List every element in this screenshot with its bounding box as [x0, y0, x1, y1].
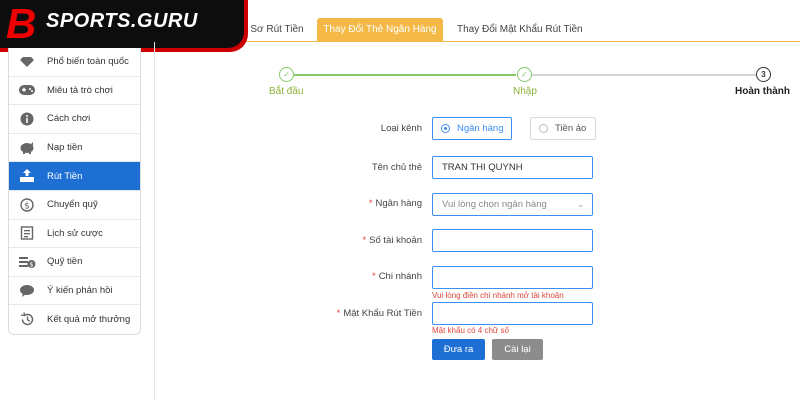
branch-label: * Chi nhánh: [371, 271, 422, 282]
step-start-check-icon: ✓: [279, 67, 294, 82]
logo-mark: B: [6, 0, 37, 47]
sidebar-item-withdraw[interactable]: Rút Tiền: [9, 162, 140, 191]
withdraw-password-field[interactable]: [432, 302, 593, 325]
required-mark: *: [371, 271, 376, 282]
holder-label: Tên chủ thẻ: [371, 162, 422, 173]
logo-text: SPORTS.GURU: [46, 10, 198, 32]
sidebar-item-fund-transfer[interactable]: $ Chuyển quỹ: [9, 191, 140, 220]
sidebar-item-label: Ý kiến phản hồi: [47, 285, 113, 297]
info-icon: [18, 111, 36, 127]
withdraw-icon: [18, 168, 36, 184]
diamond-icon: [18, 54, 36, 70]
tab-change-bank-card[interactable]: Thay Đổi Thẻ Ngân Hàng: [317, 18, 443, 42]
required-mark: *: [368, 198, 373, 209]
sidebar-item-label: Phổ biến toàn quốc: [47, 56, 129, 68]
sidebar-item-label: Lịch sử cược: [47, 227, 103, 239]
account-number-field[interactable]: [432, 229, 593, 252]
piggy-bank-icon: [18, 140, 36, 156]
branch-hint: Vui lòng điền chi nhánh mở tài khoản: [432, 291, 564, 300]
sidebar-item-deposit[interactable]: Nạp tiền: [9, 134, 140, 163]
sidebar-item-how-to-play[interactable]: Cách chơi: [9, 105, 140, 134]
step-label-complete: Hoàn thành: [735, 86, 790, 97]
step-label-start: Bắt đầu: [269, 86, 304, 97]
chevron-down-icon: ⌄: [577, 200, 584, 209]
channel-option-label: Tiền ảo: [555, 123, 587, 134]
sidebar-item-label: Quỹ tiền: [47, 256, 83, 268]
password-hint: Mật khẩu có 4 chữ số: [432, 326, 509, 335]
bank-label: * Ngân hàng: [368, 198, 422, 209]
sidebar-menu: Phổ biến toàn quốc Miêu tả trò chơi Cách…: [8, 48, 141, 335]
sidebar-item-label: Chuyển quỹ: [47, 199, 98, 211]
clock-history-icon: [18, 312, 36, 328]
sidebar-item-label: Rút Tiền: [47, 170, 83, 182]
sidebar-item-feedback[interactable]: Ý kiến phản hồi: [9, 277, 140, 306]
password-label: * Mật Khẩu Rút Tiền: [336, 308, 422, 319]
sidebar-item-national-popular[interactable]: Phổ biến toàn quốc: [9, 48, 140, 77]
sidebar-item-label: Nạp tiền: [47, 142, 83, 154]
svg-text:$: $: [29, 260, 33, 268]
sidebar-item-label: Miêu tả trò chơi: [47, 84, 113, 96]
channel-option-label: Ngân hàng: [457, 123, 504, 134]
tab-change-withdraw-password[interactable]: Thay Đổi Mật Khẩu Rút Tiền: [457, 18, 583, 42]
radio-unchecked-icon: [539, 124, 548, 133]
dollar-circle-icon: $: [18, 197, 36, 213]
sidebar-item-bet-history[interactable]: Lịch sử cược: [9, 220, 140, 249]
history-list-icon: [18, 225, 36, 241]
svg-text:$: $: [24, 201, 30, 211]
reset-button[interactable]: Cài lại: [492, 339, 543, 360]
required-mark: *: [336, 308, 341, 319]
sidebar-item-fund[interactable]: $ Quỹ tiền: [9, 248, 140, 277]
sidebar-item-game-description[interactable]: Miêu tả trò chơi: [9, 77, 140, 106]
sidebar-item-draw-results[interactable]: Kết quả mở thưởng: [9, 305, 140, 334]
fund-icon: $: [18, 254, 36, 270]
account-label: * Số tài khoản: [362, 235, 422, 246]
step-input-check-icon: ✓: [517, 67, 532, 82]
holder-name-field[interactable]: TRAN THI QUYNH: [432, 156, 593, 179]
bank-select-placeholder: Vui lòng chọn ngân hàng: [442, 199, 547, 210]
content-divider: [154, 42, 155, 400]
sidebar-item-label: Cách chơi: [47, 113, 91, 125]
channel-label: Loại kênh: [380, 123, 422, 134]
brand-logo[interactable]: B SPORTS.GURU: [0, 0, 248, 52]
progress-line-completed: [294, 74, 516, 76]
channel-option-bank[interactable]: Ngân hàng: [432, 117, 512, 140]
sidebar-item-label: Kết quả mở thưởng: [47, 314, 131, 326]
branch-field[interactable]: [432, 266, 593, 289]
top-tab-bar: ồ Sơ Rút Tiền Thay Đổi Thẻ Ngân Hàng Tha…: [155, 18, 800, 42]
radio-checked-icon: [441, 124, 450, 133]
progress-line-pending: [532, 74, 756, 76]
gamepad-icon: [18, 82, 36, 98]
step-label-input: Nhập: [513, 86, 537, 97]
step-complete-number: 3: [756, 67, 771, 82]
chat-bubble-icon: [18, 283, 36, 299]
bank-select[interactable]: Vui lòng chọn ngân hàng ⌄: [432, 193, 593, 216]
submit-button[interactable]: Đưa ra: [432, 339, 485, 360]
tab-withdraw-profile[interactable]: ồ Sơ Rút Tiền: [242, 18, 304, 42]
channel-option-crypto[interactable]: Tiền ảo: [530, 117, 596, 140]
required-mark: *: [362, 235, 367, 246]
